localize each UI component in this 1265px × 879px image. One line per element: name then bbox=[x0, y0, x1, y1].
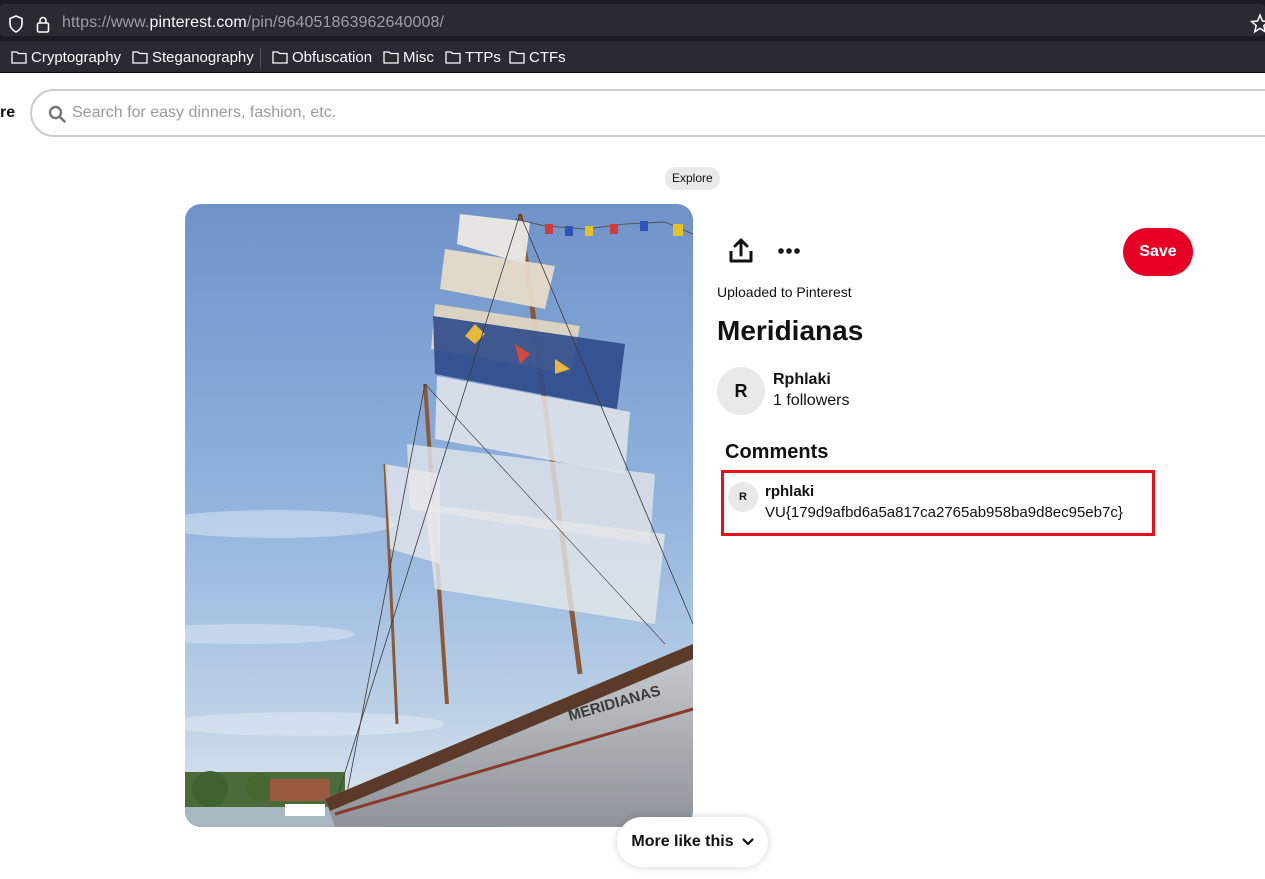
url-host: pinterest.com bbox=[149, 14, 247, 31]
bookmark-label: TTPs bbox=[465, 48, 501, 66]
bookmark-label: Cryptography bbox=[31, 48, 122, 66]
search-icon bbox=[48, 105, 66, 123]
sailing-ship-photo: MERIDIANAS bbox=[185, 204, 693, 827]
comment-text: VU{179d9afbd6a5a817ca2765ab958ba9d8ec95e… bbox=[765, 504, 1123, 521]
comment-item: R rphlaki VU{179d9afbd6a5a817ca2765ab958… bbox=[721, 470, 1155, 536]
bookmark-ttps[interactable]: TTPs bbox=[445, 48, 501, 66]
bookmark-obfuscation[interactable]: Obfuscation bbox=[272, 48, 372, 66]
url-path: /pin/964051863962640008/ bbox=[246, 14, 445, 31]
lock-icon[interactable] bbox=[36, 15, 50, 33]
folder-icon bbox=[272, 51, 288, 64]
folder-icon bbox=[445, 51, 461, 64]
share-icon[interactable] bbox=[727, 237, 755, 265]
comment-username[interactable]: rphlaki bbox=[765, 483, 814, 500]
folder-icon bbox=[11, 51, 27, 64]
bookmark-label: Steganography bbox=[152, 48, 254, 66]
breadcrumb-explore[interactable]: Explore bbox=[665, 167, 720, 190]
url-text[interactable]: https://www.pinterest.com/pin/9640518639… bbox=[62, 14, 444, 32]
folder-icon bbox=[383, 51, 399, 64]
save-button[interactable]: Save bbox=[1123, 228, 1193, 276]
bookmark-misc[interactable]: Misc bbox=[383, 48, 434, 66]
bookmark-steganography[interactable]: Steganography bbox=[132, 48, 254, 66]
more-like-this-label: More like this bbox=[631, 833, 734, 850]
pin-image[interactable]: MERIDIANAS bbox=[185, 204, 693, 827]
author-followers: 1 followers bbox=[773, 392, 850, 409]
bookmark-star-icon[interactable] bbox=[1250, 13, 1265, 35]
author-avatar[interactable]: R bbox=[717, 367, 765, 415]
pin-title: Meridianas bbox=[717, 315, 864, 346]
folder-icon bbox=[509, 51, 525, 64]
bookmark-cryptography[interactable]: Cryptography bbox=[11, 48, 121, 66]
folder-icon bbox=[132, 51, 148, 64]
author-name[interactable]: Rphlaki bbox=[773, 371, 831, 389]
browser-toolbar: https://www.pinterest.com/pin/9640518639… bbox=[0, 0, 1265, 41]
bookmarks-toolbar: Cryptography Steganography Obfuscation M… bbox=[0, 41, 1265, 73]
comment-avatar[interactable]: R bbox=[728, 482, 758, 512]
nav-explore-partial[interactable]: re bbox=[0, 104, 15, 122]
more-options-icon[interactable] bbox=[776, 238, 802, 264]
bookmark-label: CTFs bbox=[529, 48, 566, 66]
shield-icon[interactable] bbox=[8, 15, 24, 33]
search-bar[interactable] bbox=[30, 89, 1265, 137]
bookmark-separator bbox=[260, 48, 261, 68]
upload-source: Uploaded to Pinterest bbox=[717, 284, 852, 300]
bookmark-ctfs[interactable]: CTFs bbox=[509, 48, 566, 66]
url-prefix: https://www. bbox=[62, 14, 150, 31]
bookmark-label: Obfuscation bbox=[292, 48, 373, 66]
search-input[interactable] bbox=[72, 101, 972, 125]
bookmark-label: Misc bbox=[403, 48, 434, 66]
more-like-this-button[interactable]: More like this bbox=[617, 817, 768, 867]
comments-heading: Comments bbox=[725, 441, 829, 463]
chevron-down-icon bbox=[742, 838, 754, 846]
address-bar[interactable]: https://www.pinterest.com/pin/9640518639… bbox=[0, 4, 1265, 36]
